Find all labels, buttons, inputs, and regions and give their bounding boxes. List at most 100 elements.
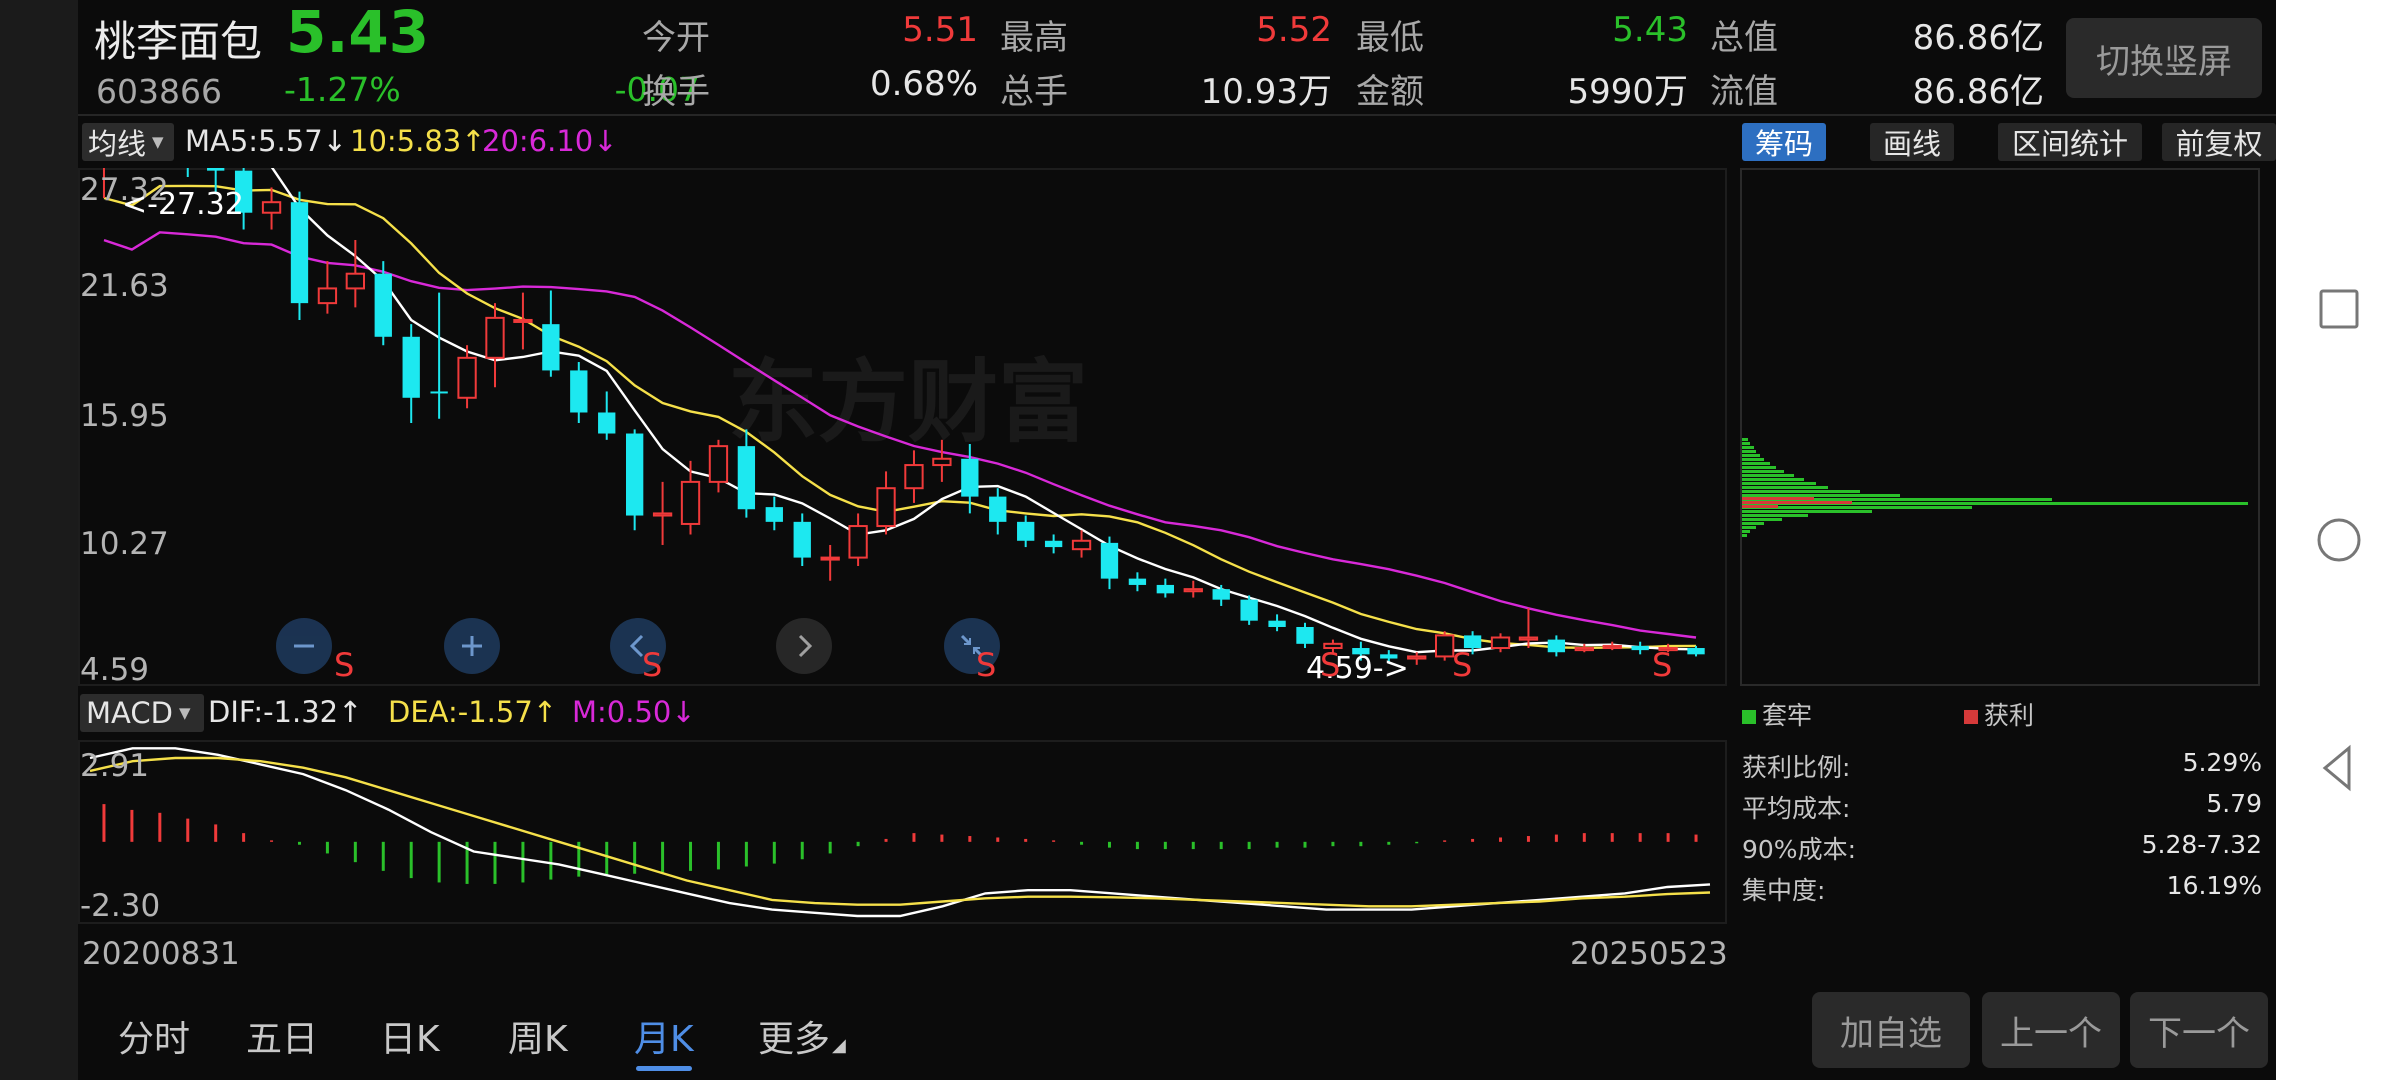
candlestick [1490,633,1511,653]
chip-bar-trapped [1742,510,1872,513]
ma5-value: MA5:5.57↓ [185,124,347,158]
stat-label: 流值 [1710,72,1778,112]
switch-portrait-button[interactable]: 切换竖屏 [2066,18,2262,98]
chip-bar-trapped [1742,534,1747,537]
candlestick [542,290,560,377]
chevron-right-icon [798,634,813,658]
macd-line [89,756,1711,908]
candlestick [1296,622,1314,649]
tab-daily-k[interactable]: 日K [380,1010,440,1062]
change-percent: -1.27% [284,70,401,109]
add-watchlist-button[interactable]: 加自选 [1812,992,1970,1068]
candlestick [1240,595,1258,625]
chip-bar-profit [1742,497,1814,500]
stat-value: 86.86亿 [1912,72,2044,112]
candlestick [513,292,533,350]
macd-dropdown-label: MACD [86,696,173,730]
tab-intraday[interactable]: 分时 [118,1010,190,1062]
stat-label: 总手 [1000,72,1068,112]
stat-value: 0.68% [869,64,978,104]
back-icon[interactable] [2315,744,2363,792]
corner-triangle-icon: ◢ [832,1035,846,1056]
pan-right-button[interactable] [776,618,832,674]
chip-bar-trapped [1742,442,1750,445]
candlestick [1071,530,1092,558]
stat-label: 换手 [642,72,710,112]
caret-down-icon: ▼ [178,704,191,722]
tab-chips[interactable]: 筹码 [1742,123,1826,161]
dea-value: DEA:-1.57↑ [388,695,558,729]
chip-stat-label: 平均成本: [1742,794,1851,823]
legend-swatch-red [1964,710,1978,724]
candlestick [989,488,1007,535]
candlestick [1100,536,1119,590]
candlestick [820,544,840,581]
tab-monthly-k[interactable]: 月K [634,1010,694,1062]
chip-stat-label: 集中度: [1742,876,1826,905]
candlestick [848,513,868,567]
candlestick [1602,641,1622,651]
left-margin [0,0,78,1080]
candlestick [261,187,282,230]
chip-stat-value: 5.28-7.32 [2141,830,2262,859]
candlestick [1128,572,1147,592]
zoom-in-button[interactable] [444,618,500,674]
current-price: 5.43 [286,0,430,66]
candlestick [793,513,811,567]
candlestick [485,303,505,388]
candlestick [625,429,644,531]
chip-bar-trapped [1742,482,1816,485]
legend-trapped: 套牢 [1742,696,1812,732]
macd-chart[interactable] [78,740,1728,924]
legend-swatch-green [1742,710,1756,724]
previous-stock-button[interactable]: 上一个 [1982,992,2120,1068]
sell-signal-marker: S [976,646,997,684]
chip-bar-trapped [1742,486,1828,489]
chip-bar-trapped [1742,522,1764,525]
chip-stat-value: 16.19% [2166,871,2262,900]
plus-icon [462,636,482,656]
chip-bar-trapped [1742,470,1784,473]
candlestick [1407,652,1427,665]
chip-distribution-chart[interactable] [1740,168,2276,688]
candlestick [457,345,477,409]
sell-signal-marker: S [334,646,355,684]
max-price-marker: <-27.32 [122,187,244,222]
tab-more-label: 更多 [758,1019,831,1060]
tab-forward-adjust[interactable]: 前复权 [2162,123,2276,161]
tab-range-stats[interactable]: 区间统计 [1998,123,2142,161]
chip-bar-trapped [1742,462,1770,465]
ma-dropdown[interactable]: 均线 ▼ [82,123,174,161]
tab-weekly-k[interactable]: 周K [508,1010,568,1062]
candlestick [570,362,588,424]
kline-chart[interactable]: 东方财富 [78,168,1728,688]
sell-signal-marker: S [1320,646,1341,684]
tab-five-day[interactable]: 五日 [246,1010,318,1062]
chip-bars [1742,438,2248,537]
stat-label: 金额 [1356,72,1424,112]
stat-value: 5.51 [902,10,978,50]
chip-stat-label: 获利比例: [1742,753,1851,782]
next-stock-button[interactable]: 下一个 [2130,992,2268,1068]
home-icon[interactable] [2315,516,2363,564]
recent-apps-icon[interactable] [2315,285,2363,333]
candlestick [765,496,783,531]
candlestick [598,391,616,440]
stat-value: 86.86亿 [1912,18,2044,58]
candlestick [1547,635,1566,657]
minus-icon [294,644,314,648]
candlestick [402,324,420,424]
candlestick [876,471,896,535]
header-divider [78,114,2276,116]
y-axis-label: 21.63 [80,268,169,304]
candlestick [708,439,729,493]
tab-more[interactable]: 更多 ◢ [758,1010,846,1062]
stat-value: 5990万 [1567,72,1688,112]
macd-dropdown[interactable]: MACD ▼ [80,694,204,732]
tab-draw-line[interactable]: 画线 [1870,123,1954,161]
chip-bar-trapped [1742,450,1756,453]
zoom-out-button[interactable] [276,618,332,674]
chip-bar-trapped [1742,494,1900,497]
candlestick [652,481,673,545]
chip-stat-label: 90%成本: [1742,835,1856,864]
